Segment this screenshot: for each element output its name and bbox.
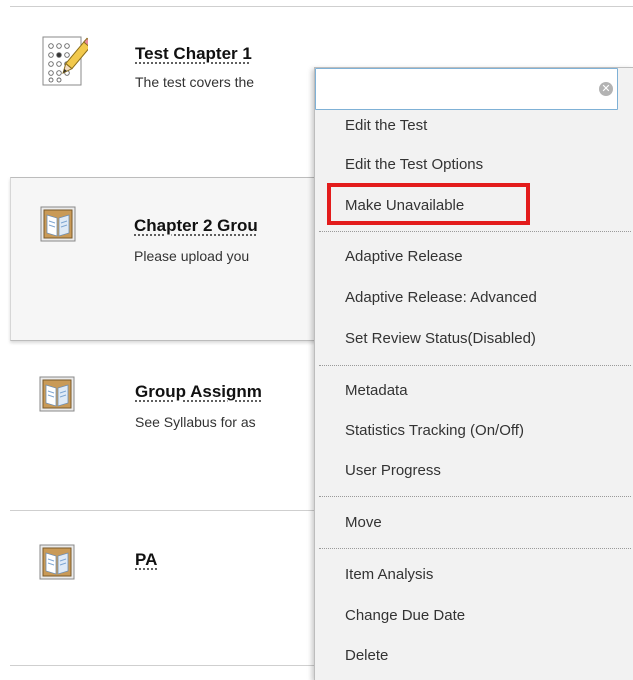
menu-item-user-progress[interactable]: User Progress bbox=[345, 462, 441, 479]
menu-item-change-due-date[interactable]: Change Due Date bbox=[345, 607, 465, 624]
menu-divider bbox=[319, 548, 631, 549]
item-description: The test covers the bbox=[135, 74, 255, 90]
item-title[interactable]: Chapter 2 Grou bbox=[134, 216, 258, 236]
menu-item-delete[interactable]: Delete bbox=[345, 647, 388, 664]
menu-item-move[interactable]: Move bbox=[345, 514, 382, 531]
menu-item-edit-test-options[interactable]: Edit the Test Options bbox=[345, 156, 483, 173]
item-title[interactable]: PA bbox=[135, 550, 157, 570]
context-menu-header: ✕ bbox=[315, 68, 618, 110]
menu-divider bbox=[319, 496, 631, 497]
menu-item-metadata[interactable]: Metadata bbox=[345, 382, 408, 399]
assignment-icon bbox=[40, 206, 76, 247]
assignment-icon bbox=[39, 376, 75, 417]
menu-divider bbox=[319, 365, 631, 366]
assignment-icon bbox=[39, 544, 75, 585]
menu-divider bbox=[319, 231, 631, 232]
menu-item-set-review-status[interactable]: Set Review Status(Disabled) bbox=[345, 330, 536, 347]
divider bbox=[10, 6, 633, 7]
menu-item-edit-test[interactable]: Edit the Test bbox=[345, 117, 427, 134]
close-icon[interactable]: ✕ bbox=[599, 82, 613, 96]
menu-item-adaptive-release-advanced[interactable]: Adaptive Release: Advanced bbox=[345, 289, 537, 306]
menu-item-item-analysis[interactable]: Item Analysis bbox=[345, 566, 433, 583]
item-title[interactable]: Group Assignm bbox=[135, 382, 262, 402]
item-title[interactable]: Test Chapter 1 bbox=[135, 44, 252, 64]
menu-item-statistics-tracking[interactable]: Statistics Tracking (On/Off) bbox=[345, 422, 524, 439]
item-description: See Syllabus for as bbox=[135, 414, 256, 430]
item-description: Please upload you bbox=[134, 248, 250, 264]
menu-item-adaptive-release[interactable]: Adaptive Release bbox=[345, 248, 463, 265]
menu-item-make-unavailable[interactable]: Make Unavailable bbox=[345, 197, 464, 214]
test-icon bbox=[42, 36, 94, 93]
context-menu: ✕ Edit the Test Edit the Test Options Ma… bbox=[314, 67, 633, 680]
